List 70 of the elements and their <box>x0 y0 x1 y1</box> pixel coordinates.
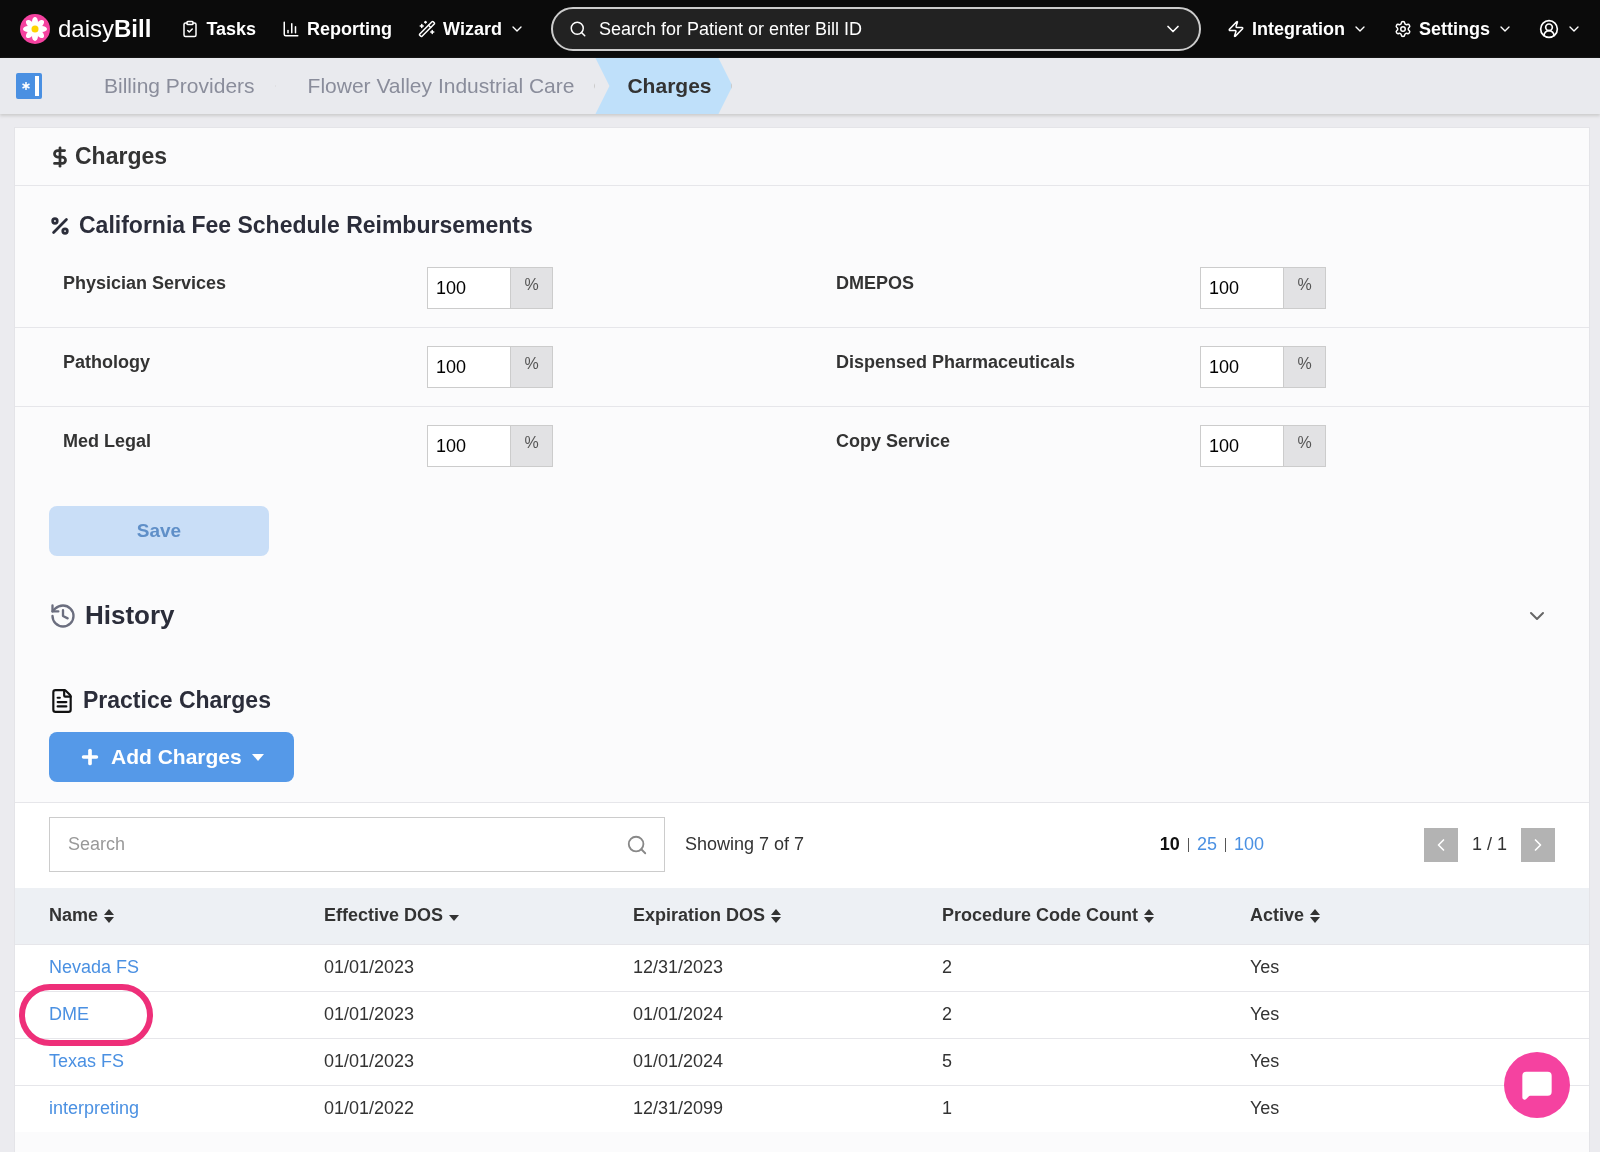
percent-field[interactable]: 100 % <box>427 425 553 467</box>
table-cell: 5 <box>942 1051 952 1071</box>
search-icon[interactable] <box>626 833 648 856</box>
percent-field[interactable]: 100 % <box>1200 346 1326 388</box>
percent-field[interactable]: 100 % <box>427 346 553 388</box>
field-label: Physician Services <box>63 272 228 295</box>
column-header[interactable]: Active <box>1250 905 1305 927</box>
history-icon <box>49 601 77 630</box>
field-label: Pathology <box>63 351 151 374</box>
breadcrumb[interactable]: Charges <box>595 58 733 114</box>
field-label: DMEPOS <box>836 272 915 295</box>
magic-wand-icon <box>418 20 437 38</box>
nav-link[interactable]: Reporting <box>282 18 393 40</box>
table-cell: 12/31/2099 <box>633 1098 724 1119</box>
provider-card-icon[interactable] <box>16 73 42 99</box>
field-label: Dispensed Pharmaceuticals <box>836 351 1077 374</box>
page-size-option[interactable]: 10 <box>1159 834 1180 855</box>
caret-icon <box>251 753 264 761</box>
nav-link[interactable]: Tasks <box>181 18 257 40</box>
sort-icon[interactable] <box>104 908 115 923</box>
chat-bubble-icon <box>1521 1069 1553 1101</box>
section-title: California Fee Schedule Reimbursements <box>79 212 533 239</box>
table-cell: 01/01/2023 <box>324 957 415 977</box>
clipboard-icon <box>181 20 200 38</box>
table-cell: 01/01/2023 <box>324 1051 415 1071</box>
page-indicator: 1 / 1 <box>1471 834 1507 855</box>
column-header[interactable]: Effective DOS <box>324 905 444 927</box>
sort-icon[interactable] <box>771 908 782 923</box>
table-cell: 2 <box>942 957 952 977</box>
table-cell: Yes <box>1250 1098 1280 1119</box>
search-input[interactable]: Search for Patient or enter Bill ID <box>596 17 1153 41</box>
lightning-icon <box>1226 20 1245 38</box>
settings-icon <box>1393 20 1412 38</box>
section-title: Practice Charges <box>83 687 271 714</box>
table-cell: 01/01/2023 <box>324 1004 415 1024</box>
table-cell: 01/01/2022 <box>324 1098 415 1119</box>
result-count: Showing 7 of 7 <box>685 834 805 855</box>
table-cell: 12/31/2023 <box>633 957 724 977</box>
table-cell: 01/01/2024 <box>633 1004 724 1024</box>
page-title: Charges <box>75 143 168 170</box>
nav-link[interactable]: Wizard <box>418 18 525 40</box>
table-cell: 01/01/2024 <box>633 1051 724 1071</box>
plus-icon <box>79 746 101 768</box>
table-cell: 2 <box>942 1004 952 1024</box>
percent-field[interactable]: 100 % <box>1200 425 1326 467</box>
section-title: History <box>85 600 175 631</box>
table-cell: Yes <box>1250 1051 1280 1071</box>
brand-name: daisyBill <box>58 15 152 43</box>
column-header[interactable]: Name <box>49 905 99 927</box>
search-field[interactable]: Search <box>49 817 665 872</box>
field-label: Copy Service <box>836 430 952 453</box>
percent-icon <box>49 214 71 237</box>
document-icon <box>49 687 75 714</box>
nav-menu[interactable]: Integration <box>1226 18 1368 40</box>
percent-field[interactable]: 100 % <box>1200 267 1326 309</box>
table-cell: 1 <box>942 1098 952 1119</box>
nav-menu[interactable]: Settings <box>1393 18 1513 40</box>
field-label: Med Legal <box>63 430 152 453</box>
search-icon <box>568 20 587 38</box>
daisy-logo-icon <box>20 14 50 44</box>
table-cell: Yes <box>1250 1004 1280 1024</box>
percent-field[interactable]: 100 % <box>427 267 553 309</box>
search-bar[interactable]: Search for Patient or enter Bill ID <box>550 7 1201 51</box>
bar-chart-icon <box>282 20 301 38</box>
user-icon <box>1538 19 1559 39</box>
column-header[interactable]: Expiration DOS <box>633 905 766 927</box>
sort-descending-icon[interactable] <box>449 914 460 921</box>
sort-icon[interactable] <box>1144 908 1154 923</box>
table-cell: Yes <box>1250 957 1280 977</box>
sort-icon[interactable] <box>1310 908 1321 923</box>
